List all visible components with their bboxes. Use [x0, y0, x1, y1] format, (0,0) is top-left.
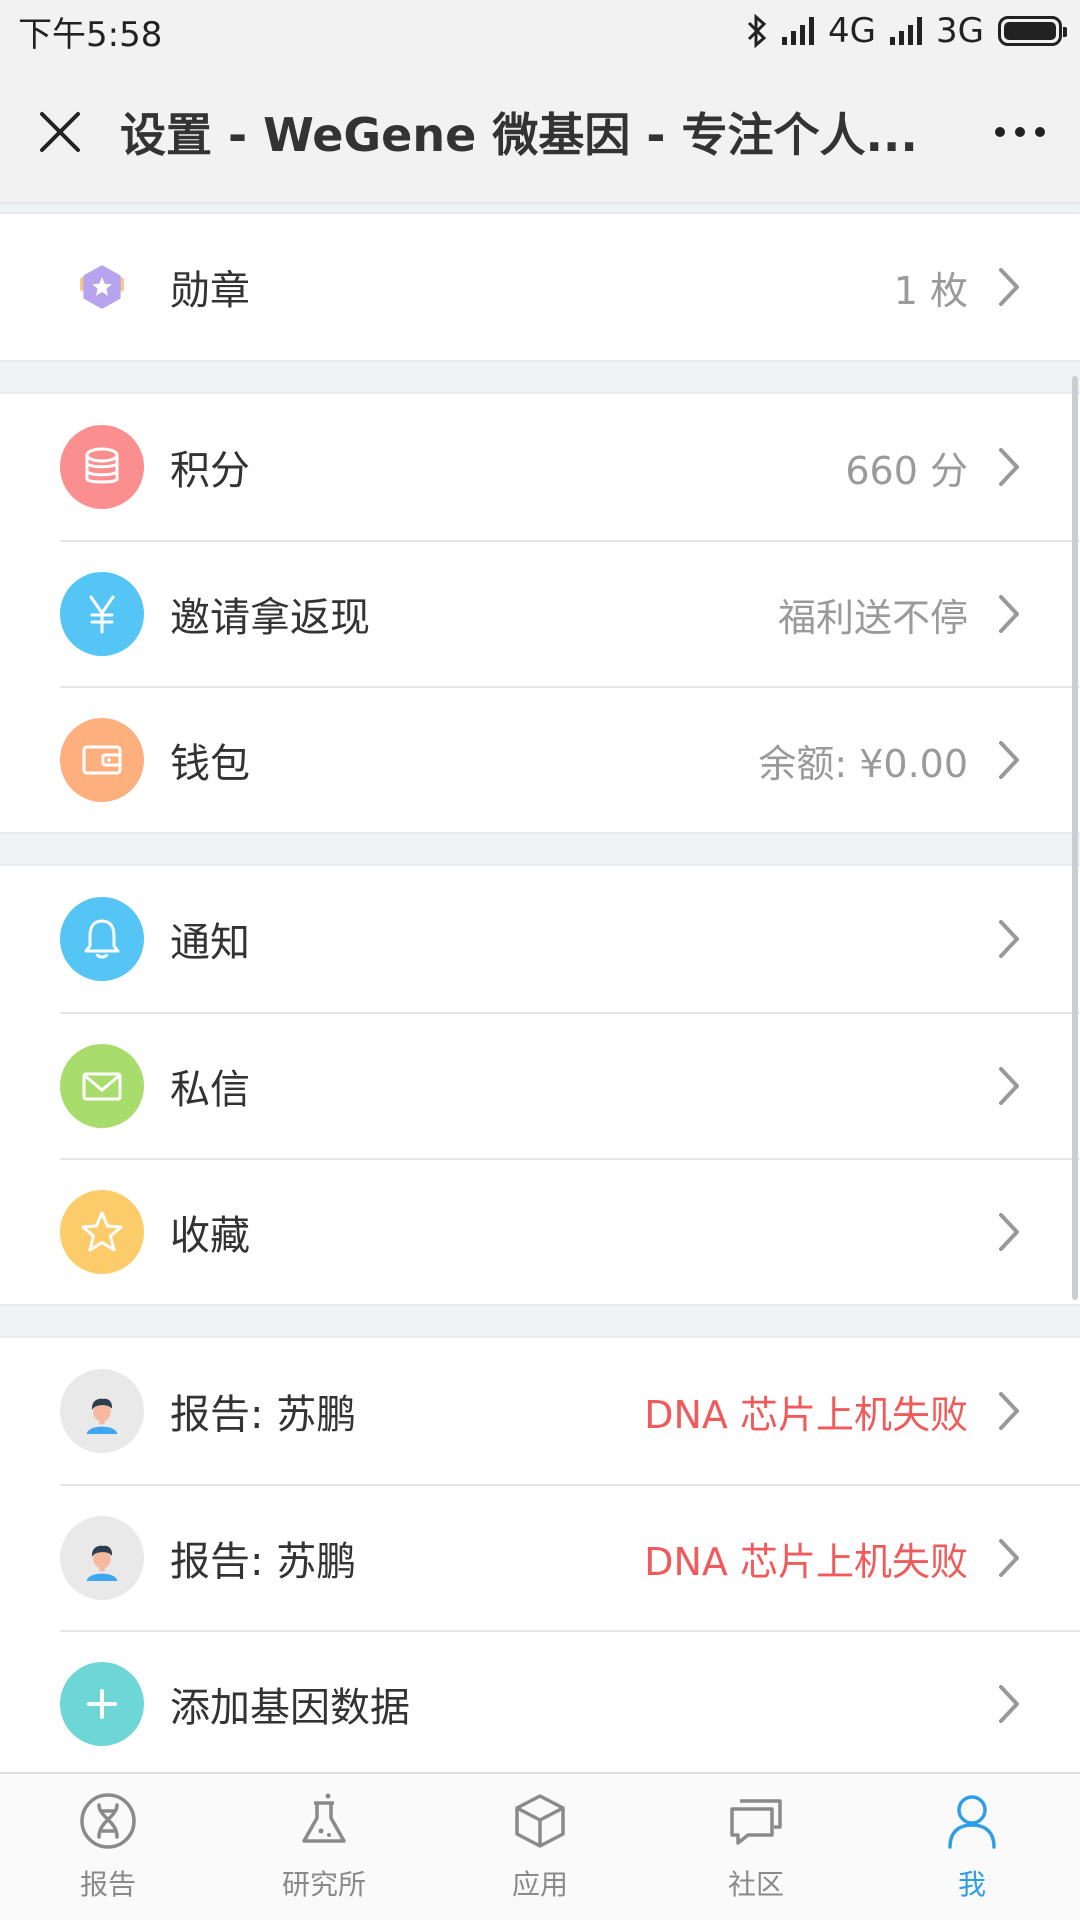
- invite-label: 邀请拿返现: [170, 595, 370, 641]
- nav-item-me[interactable]: 我: [864, 1774, 1080, 1920]
- points-label: 积分: [170, 448, 250, 494]
- notify-row[interactable]: 通知: [60, 866, 1080, 1012]
- medal-row[interactable]: 勋章 1 枚: [60, 214, 1080, 360]
- person-icon: [948, 1795, 996, 1849]
- favorite-label: 收藏: [170, 1213, 250, 1259]
- nav-item-apps[interactable]: 应用: [432, 1774, 648, 1920]
- message-row[interactable]: 私信: [60, 1012, 1080, 1158]
- wallet-label: 钱包: [170, 741, 250, 787]
- notify-label: 通知: [170, 920, 250, 966]
- wallet-balance: 余额: ¥0.00: [758, 741, 968, 786]
- invite-row[interactable]: 邀请拿返现 福利送不停: [60, 540, 1080, 686]
- chevron-right-icon: [999, 741, 1019, 779]
- report-label: 报告: 苏鹏: [170, 1392, 357, 1438]
- database-icon: [60, 425, 144, 509]
- close-button[interactable]: [0, 61, 120, 203]
- medal-label: 勋章: [170, 268, 250, 314]
- points-row[interactable]: 积分 660 分: [60, 394, 1080, 540]
- nav-label: 报告: [79, 1868, 136, 1901]
- avatar-icon: [60, 1369, 144, 1453]
- nav-label: 应用: [511, 1868, 568, 1901]
- report-status: DNA 芯片上机失败: [644, 1539, 968, 1584]
- page-title: 设置 - WeGene 微基因 - 专注个人...: [120, 108, 918, 162]
- flask-icon: [302, 1793, 346, 1843]
- battery-icon: [998, 16, 1067, 46]
- status-time: 下午5:58: [18, 14, 163, 55]
- wallet-icon: [60, 718, 144, 802]
- more-button[interactable]: [960, 61, 1080, 203]
- chevron-right-icon: [999, 1213, 1019, 1251]
- chevron-right-icon: [999, 448, 1019, 486]
- medal-group: 勋章 1 枚: [0, 212, 1080, 362]
- chevron-right-icon: [999, 595, 1019, 633]
- bottom-nav: 报告 研究所 应用 社区 我: [0, 1772, 1080, 1920]
- chevron-right-icon: [999, 1392, 1019, 1430]
- more-dot: [995, 127, 1005, 137]
- nav-label: 社区: [727, 1868, 784, 1901]
- chevron-right-icon: [999, 1539, 1019, 1577]
- signal-icon: [782, 17, 815, 45]
- chevron-right-icon: [999, 268, 1019, 306]
- status-indicators: 4G 3G: [746, 11, 1067, 51]
- report-status: DNA 芯片上机失败: [644, 1392, 968, 1437]
- message-label: 私信: [170, 1067, 250, 1113]
- add-data-row[interactable]: 添加基因数据: [60, 1630, 1080, 1776]
- avatar-icon: [60, 1516, 144, 1600]
- chevron-right-icon: [999, 920, 1019, 958]
- report-row[interactable]: 报告: 苏鹏 DNA 芯片上机失败: [60, 1338, 1080, 1484]
- cube-icon: [515, 1794, 565, 1848]
- invite-value: 福利送不停: [777, 595, 968, 640]
- more-dot: [1015, 127, 1025, 137]
- scrollbar[interactable]: [1072, 376, 1078, 1300]
- close-icon: [40, 112, 80, 152]
- social-group: 通知 私信 收藏: [0, 864, 1080, 1306]
- nav-label: 研究所: [281, 1868, 366, 1901]
- settings-list: 勋章 1 枚 积分 660 分 邀请拿返现 福利送不停 钱包 余额: ¥0.00…: [0, 204, 1080, 1776]
- nav-label: 我: [957, 1868, 986, 1901]
- dna-icon: [80, 1793, 136, 1849]
- finance-group: 积分 660 分 邀请拿返现 福利送不停 钱包 余额: ¥0.00: [0, 392, 1080, 834]
- report-group: 报告: 苏鹏 DNA 芯片上机失败 报告: 苏鹏 DNA 芯片上机失败 添加基因…: [0, 1336, 1080, 1776]
- chat-icon: [730, 1799, 782, 1845]
- nav-item-report[interactable]: 报告: [0, 1774, 216, 1920]
- plus-icon: [60, 1662, 144, 1746]
- star-icon: [60, 1190, 144, 1274]
- network-type-2: 3G: [936, 11, 984, 51]
- report-row[interactable]: 报告: 苏鹏 DNA 芯片上机失败: [60, 1484, 1080, 1630]
- mail-icon: [60, 1044, 144, 1128]
- chevron-right-icon: [999, 1685, 1019, 1723]
- points-value: 660 分: [845, 448, 968, 493]
- nav-item-institute[interactable]: 研究所: [216, 1774, 432, 1920]
- wallet-row[interactable]: 钱包 余额: ¥0.00: [60, 686, 1080, 832]
- yen-icon: [60, 572, 144, 656]
- signal-icon-2: [890, 17, 923, 45]
- title-bar: 设置 - WeGene 微基因 - 专注个人...: [0, 62, 1080, 204]
- bluetooth-icon: [747, 14, 767, 48]
- medal-icon: [60, 245, 144, 329]
- add-data-label: 添加基因数据: [170, 1685, 410, 1731]
- more-dot: [1035, 127, 1045, 137]
- nav-item-community[interactable]: 社区: [648, 1774, 864, 1920]
- network-type-1: 4G: [828, 11, 877, 51]
- bell-icon: [60, 897, 144, 981]
- status-bar: 下午5:58 4G 3G: [0, 0, 1080, 62]
- medal-count: 1 枚: [893, 268, 968, 313]
- chevron-right-icon: [999, 1067, 1019, 1105]
- favorite-row[interactable]: 收藏: [60, 1158, 1080, 1304]
- report-label: 报告: 苏鹏: [170, 1539, 357, 1585]
